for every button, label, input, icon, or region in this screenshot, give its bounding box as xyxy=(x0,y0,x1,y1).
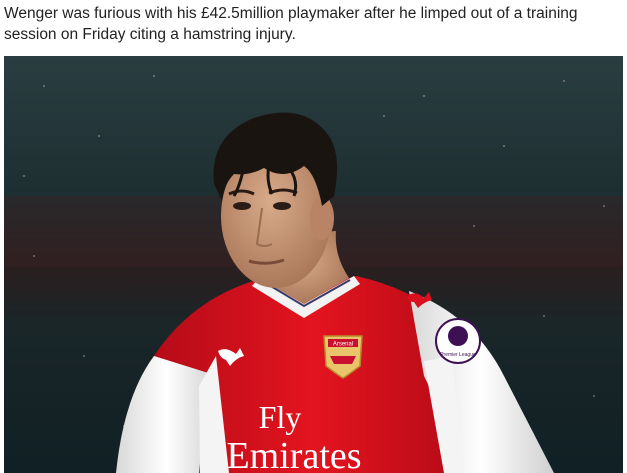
svg-text:Premier League: Premier League xyxy=(440,352,476,358)
sponsor-emirates: Emirates xyxy=(226,435,361,473)
right-eye xyxy=(273,202,291,210)
premier-league-badge: Premier League xyxy=(435,318,481,364)
article-caption: Wenger was furious with his £42.5million… xyxy=(4,5,578,43)
article-photo: Arsenal Premier League Fly Emirates xyxy=(4,56,623,473)
photo-illustration: Arsenal Premier League Fly Emirates xyxy=(4,56,623,473)
sponsor-fly: Fly xyxy=(259,399,302,435)
left-eye xyxy=(233,202,251,210)
svg-text:Arsenal: Arsenal xyxy=(333,342,353,348)
